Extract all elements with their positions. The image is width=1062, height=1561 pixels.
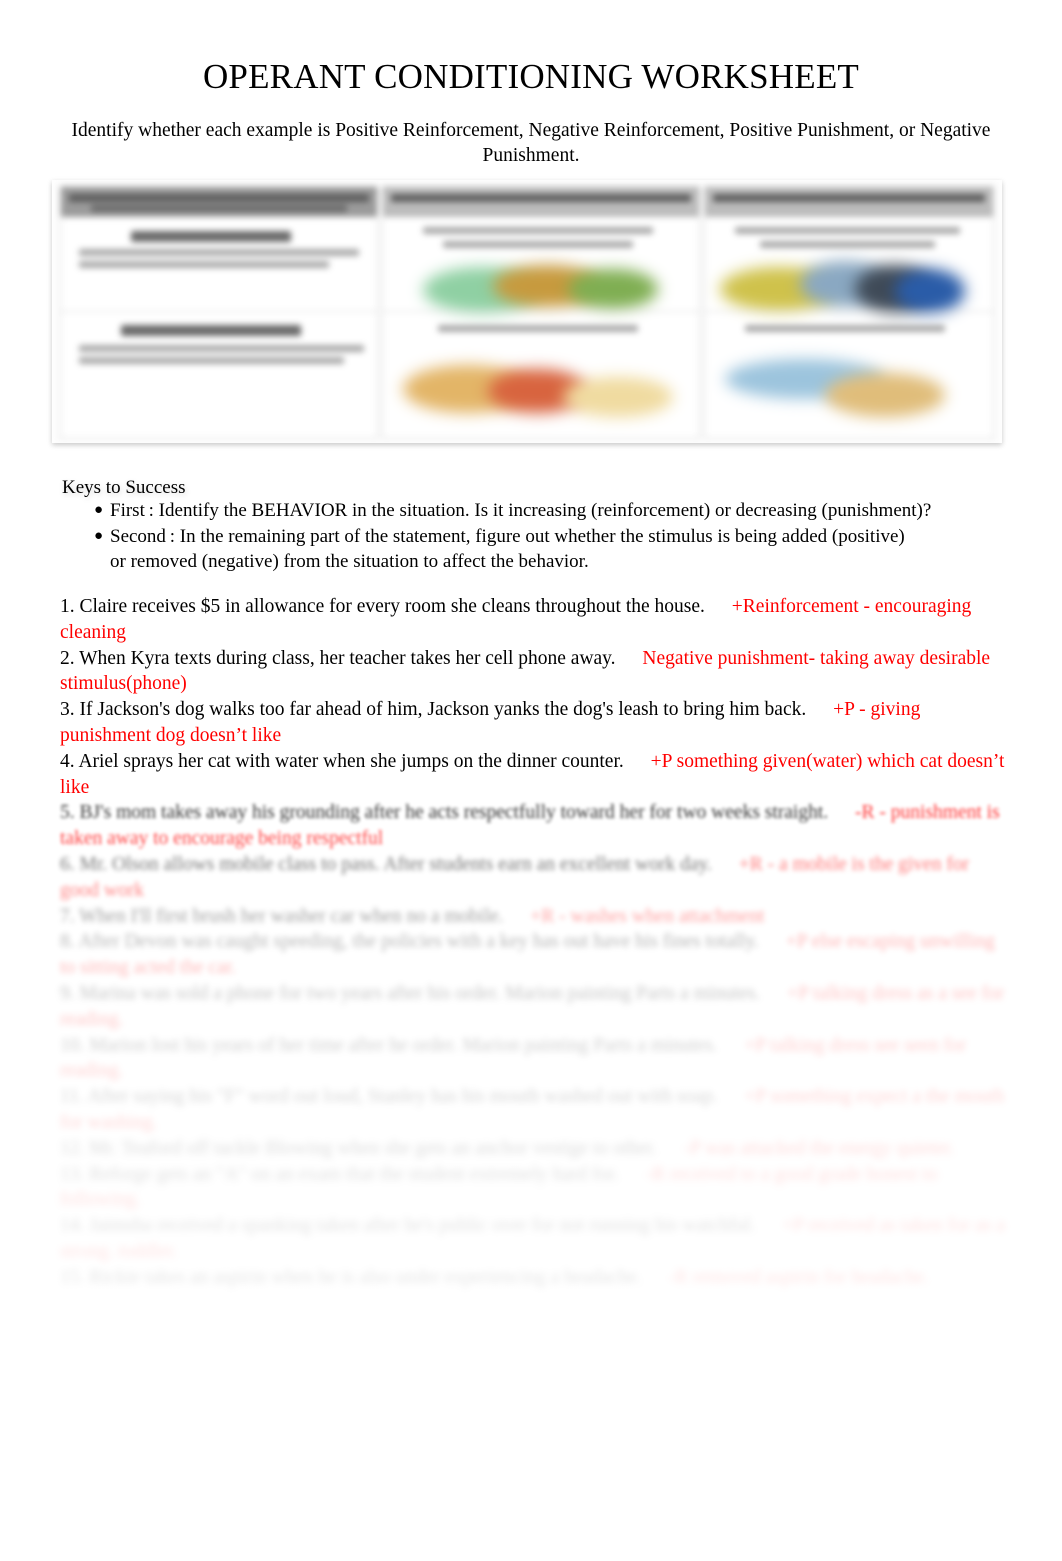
diagram-header-subtext [91, 205, 347, 212]
diagram-text-line [79, 357, 344, 364]
question-row: 6. Mr. Olson allows mobile class to pass… [60, 852, 1006, 904]
list-item: ● Second : In the remaining part of the … [62, 524, 1002, 575]
question-row: 1. Claire receives $5 in allowance for e… [60, 594, 1006, 646]
question-prompt: If Jackson's dog walks too far ahead of … [79, 699, 807, 721]
question-row: 11. After saying his "F" word out loud, … [60, 1084, 1006, 1136]
diagram-header-text [69, 194, 369, 202]
diagram-header-band [383, 187, 699, 217]
question-number: 7. [60, 905, 75, 927]
diagram-text-line [760, 241, 935, 248]
question-number: 1. [60, 596, 75, 617]
question-prompt: When I'll first brush her washer car whe… [79, 905, 504, 927]
question-prompt: Mr. Olson allows mobile class to pass. A… [79, 853, 712, 875]
question-row: 9. Marina was sold a phone for two years… [60, 981, 1006, 1033]
question-prompt: Jaimsha received a spanking taken after … [89, 1215, 756, 1237]
diagram-divider [61, 311, 377, 312]
diagram-column-3 [704, 186, 994, 439]
diagram-subheading [121, 325, 301, 336]
operant-conditioning-diagram-image [52, 180, 1002, 443]
diagram-divider [383, 311, 699, 312]
question-number: 6. [60, 853, 75, 875]
question-row: 14. Jaimsha received a spanking taken af… [60, 1213, 1006, 1265]
question-row: 10. Marion lost his years of her time af… [60, 1033, 1006, 1085]
diagram-divider [705, 311, 993, 312]
diagram-inner [52, 180, 1002, 443]
diagram-text-line [79, 345, 364, 352]
diagram-text-line [735, 227, 960, 234]
bullet-icon: ● [94, 502, 104, 518]
question-prompt: Reforge gets an "A" on an exam that the … [89, 1163, 619, 1185]
question-row: 13. Reforge gets an "A" on an exam that … [60, 1162, 1006, 1214]
diagram-text-line [438, 325, 638, 332]
worksheet-page: OPERANT CONDITIONING WORKSHEET Identify … [0, 0, 1062, 1561]
diagram-text-line [443, 241, 633, 248]
diagram-text-line [79, 249, 359, 256]
keys-item-text: First : Identify the BEHAVIOR in the sit… [110, 500, 932, 521]
page-bottom-blank [0, 1300, 1062, 1561]
question-row: 2. When Kyra texts during class, her tea… [60, 646, 1006, 698]
list-item: ● First : Identify the BEHAVIOR in the s… [62, 498, 1002, 524]
question-row: 3. If Jackson's dog walks too far ahead … [60, 697, 1006, 749]
question-number: 5. [60, 802, 75, 824]
keys-item-text-cont: or removed (negative) from the situation… [110, 551, 589, 572]
question-prompt: After saying his "F" word out loud, Stan… [87, 1086, 718, 1108]
diagram-text-line [423, 227, 653, 234]
diagram-header-text [391, 194, 691, 202]
page-subtitle: Identify whether each example is Positiv… [71, 120, 991, 166]
question-prompt: After Devon was caught speeding, the pol… [78, 931, 759, 953]
diagram-photo-blob [563, 377, 673, 417]
question-row: 15. Rickie takes an aspirin when he is a… [60, 1265, 1006, 1291]
question-row: 5. BJ's mom takes away his grounding aft… [60, 800, 1006, 852]
question-list: 1. Claire receives $5 in allowance for e… [60, 594, 1006, 1291]
question-prompt: Mr. Teaford off tackle Blowing when she … [89, 1137, 657, 1159]
question-number: 12. [60, 1137, 85, 1159]
question-prompt: Rickie takes an aspirin when he is also … [89, 1266, 642, 1288]
diagram-subheading [131, 231, 291, 242]
question-number: 11. [60, 1086, 84, 1108]
diagram-text-line [79, 261, 329, 268]
question-row: 7. When I'll first brush her washer car … [60, 904, 1006, 930]
question-number: 10. [60, 1034, 85, 1056]
keys-to-success-heading: Keys to Success [62, 477, 186, 498]
question-prompt: Ariel sprays her cat with water when she… [78, 750, 624, 772]
question-number: 8. [60, 931, 75, 953]
answer-annotation: -R removed aspirin for headache. [668, 1266, 929, 1288]
question-number: 2. [60, 647, 75, 669]
question-prompt: BJ's mom takes away his grounding after … [79, 802, 829, 824]
diagram-header-band [705, 187, 993, 217]
question-number: 13. [60, 1163, 85, 1185]
question-number: 3. [60, 699, 75, 721]
question-row: 12. Mr. Teaford off tackle Blowing when … [60, 1136, 1006, 1162]
question-row: 4. Ariel sprays her cat with water when … [60, 749, 1006, 801]
diagram-photo-blob [895, 269, 965, 313]
answer-annotation: +R - washes when attachment [530, 905, 765, 927]
question-prompt: Marina was sold a phone for two years af… [79, 982, 761, 1004]
question-number: 9. [60, 982, 75, 1004]
question-number: 14. [60, 1215, 85, 1237]
diagram-photo-blob [568, 269, 658, 309]
keys-item-text: Second : In the remaining part of the st… [110, 525, 905, 547]
diagram-photo-blob [825, 373, 945, 417]
bullet-icon: ● [94, 527, 104, 544]
diagram-header-text [713, 194, 985, 202]
question-number: 4. [60, 750, 75, 772]
keys-to-success-list: ● First : Identify the BEHAVIOR in the s… [62, 498, 1002, 575]
question-prompt: Marion lost his years of her time after … [89, 1034, 718, 1056]
diagram-text-line [745, 325, 945, 332]
diagram-column-1 [60, 186, 378, 439]
answer-annotation: -P was attacked the energy quieter. [683, 1137, 955, 1159]
diagram-header-band [61, 187, 377, 217]
diagram-column-2 [382, 186, 700, 439]
page-title: OPERANT CONDITIONING WORKSHEET [202, 57, 860, 96]
question-prompt: When Kyra texts during class, her teache… [79, 647, 616, 669]
question-row: 8. After Devon was caught speeding, the … [60, 929, 1006, 981]
question-prompt: Claire receives $5 in allowance for ever… [79, 596, 705, 617]
question-number: 15. [60, 1266, 85, 1288]
